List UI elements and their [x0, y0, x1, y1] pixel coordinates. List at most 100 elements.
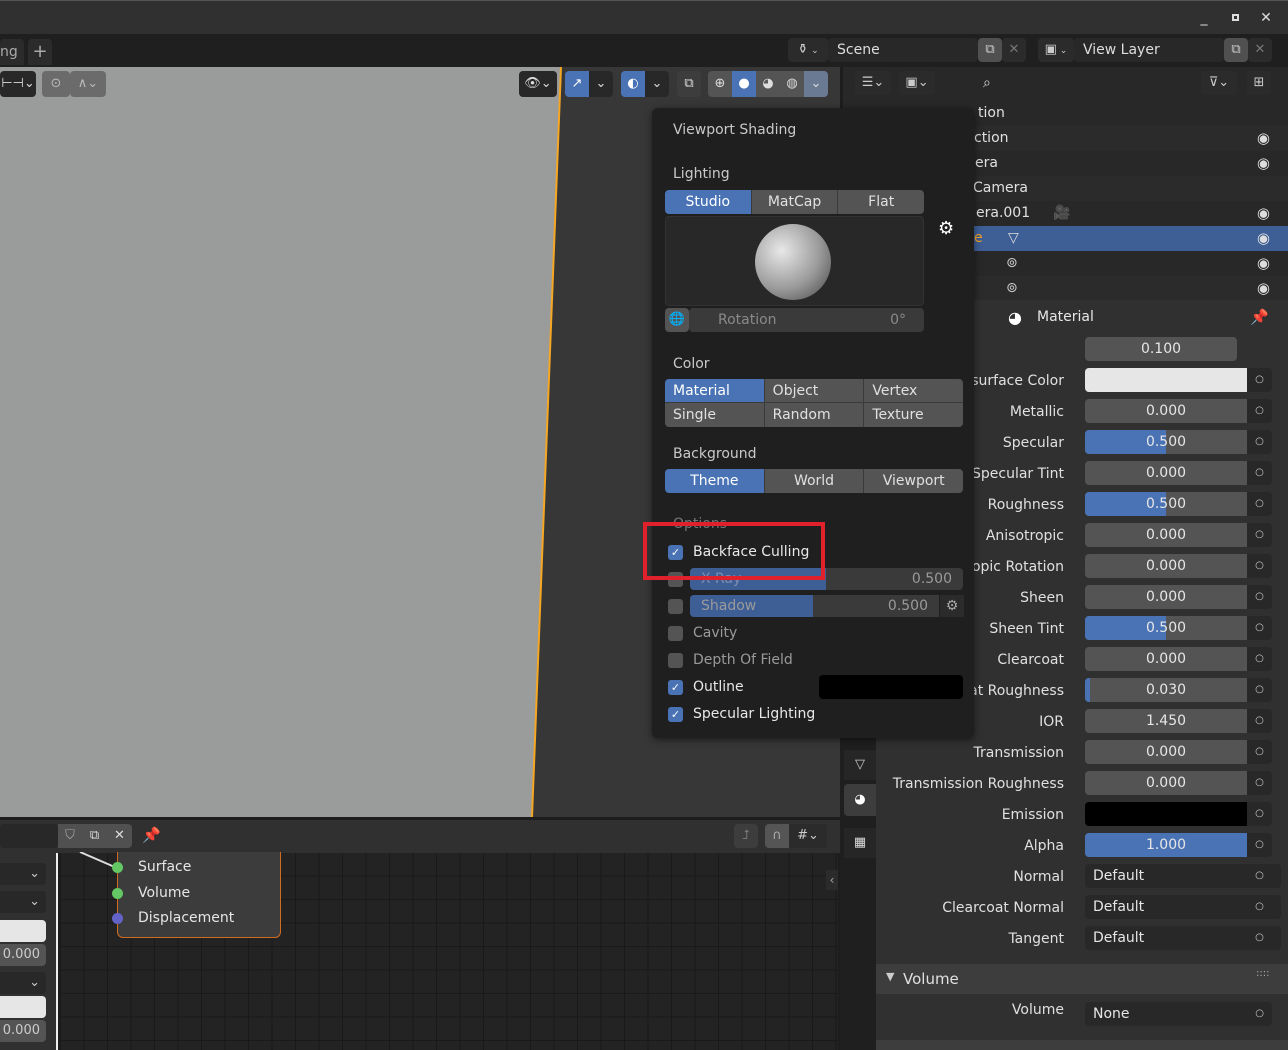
- top-value-field[interactable]: 0.100: [1085, 337, 1237, 361]
- volume-socket[interactable]: [112, 888, 123, 899]
- add-workspace-button[interactable]: +: [28, 39, 52, 65]
- slider-field[interactable]: 0.000: [1085, 554, 1247, 578]
- option-specular-lighting[interactable]: ✓ Specular Lighting: [668, 703, 815, 725]
- socket-icon[interactable]: ○: [1247, 926, 1272, 950]
- material-output-node[interactable]: Surface Volume Displacement: [112, 852, 281, 938]
- tab-object-data[interactable]: ▽: [844, 750, 876, 780]
- color-field[interactable]: [0, 996, 46, 1018]
- snap-target-dropdown[interactable]: #⌄: [789, 824, 827, 848]
- delete-scene-button[interactable]: ✕: [1002, 38, 1026, 62]
- unlink-material-button[interactable]: ✕: [107, 824, 132, 848]
- slider-field[interactable]: 0.000: [1085, 523, 1247, 547]
- outliner-search-input[interactable]: ⌕: [975, 71, 1117, 95]
- preferences-gear-icon[interactable]: ⚙: [938, 218, 954, 239]
- display-mode-dropdown[interactable]: ☰⌄: [855, 71, 891, 95]
- checkbox-unchecked[interactable]: [668, 625, 683, 641]
- gizmo-dropdown[interactable]: ⌄: [589, 71, 613, 97]
- overlays-toggle[interactable]: ◐: [621, 71, 645, 97]
- material-name-field[interactable]: [0, 824, 58, 848]
- snap-dropdown[interactable]: ⊢⊣⌄: [0, 71, 36, 97]
- filter-view-layer-dropdown[interactable]: ▣⌄: [899, 71, 935, 95]
- slider-field[interactable]: 0.030: [1085, 678, 1247, 702]
- solid-shading-button[interactable]: ●: [732, 71, 756, 97]
- xray-toggle[interactable]: ⧉: [677, 71, 701, 97]
- slider-field[interactable]: 0.000: [1085, 740, 1247, 764]
- color-option-vertex[interactable]: Vertex: [864, 379, 963, 402]
- tab-texture[interactable]: ▦: [844, 828, 876, 858]
- eye-icon[interactable]: ◉: [1257, 276, 1270, 301]
- dropdown-field[interactable]: ⌄: [0, 863, 46, 885]
- color-option-single[interactable]: Single: [665, 403, 765, 427]
- tab-material[interactable]: ◕: [844, 784, 876, 816]
- new-scene-button[interactable]: ⧉: [978, 38, 1002, 62]
- checkbox-unchecked[interactable]: [668, 652, 683, 668]
- pin-icon[interactable]: 📌: [142, 826, 161, 844]
- socket-icon[interactable]: ○: [1247, 740, 1272, 764]
- socket-icon[interactable]: ○: [1247, 461, 1272, 485]
- slider-field[interactable]: 0.000: [1085, 585, 1247, 609]
- socket-icon[interactable]: ○: [1247, 368, 1272, 392]
- drag-handle-icon[interactable]: ::::: [1256, 968, 1269, 979]
- socket-icon[interactable]: ○: [1247, 430, 1272, 454]
- falloff-dropdown[interactable]: ∧⌄: [70, 71, 106, 97]
- socket-icon[interactable]: ○: [1247, 833, 1272, 857]
- maximize-button[interactable]: [1223, 7, 1247, 29]
- background-option-theme[interactable]: Theme: [665, 469, 765, 493]
- socket-icon[interactable]: ○: [1247, 647, 1272, 671]
- sidebar-toggle-arrow[interactable]: ‹: [826, 870, 838, 890]
- slider-field[interactable]: 0.000: [1085, 647, 1247, 671]
- socket-icon[interactable]: ○: [1247, 771, 1272, 795]
- socket-icon[interactable]: ○: [1247, 709, 1272, 733]
- eye-icon[interactable]: ◉: [1257, 151, 1270, 176]
- settings-panel-header[interactable]: [876, 1040, 1288, 1050]
- socket-icon[interactable]: ○: [1247, 554, 1272, 578]
- lighting-option-flat[interactable]: Flat: [838, 190, 924, 214]
- slider-field[interactable]: 0.000: [1085, 461, 1247, 485]
- background-option-world[interactable]: World: [764, 469, 865, 493]
- slider-field[interactable]: 0.000: [1085, 399, 1247, 423]
- rotation-field[interactable]: Rotation 0°: [689, 308, 924, 332]
- scene-name-field[interactable]: Scene: [828, 38, 978, 62]
- slider-field[interactable]: 0.000: [1085, 771, 1247, 795]
- lighting-option-matcap[interactable]: MatCap: [751, 190, 839, 214]
- socket-icon[interactable]: ○: [1247, 616, 1272, 640]
- option-shadow[interactable]: Shadow 0.500 ⚙: [668, 595, 968, 617]
- duplicate-material-button[interactable]: ⧉: [82, 824, 107, 848]
- socket-icon[interactable]: ○: [1247, 864, 1272, 888]
- checkbox-unchecked[interactable]: [668, 598, 683, 614]
- shading-popover-button[interactable]: ⌄: [804, 71, 828, 97]
- pin-icon[interactable]: 📌: [1250, 308, 1269, 326]
- snap-toggle[interactable]: ∩: [765, 824, 789, 848]
- socket-icon[interactable]: ○: [1247, 895, 1272, 919]
- slider-field[interactable]: 0.500: [1085, 492, 1247, 516]
- color-option-material[interactable]: Material: [665, 379, 765, 402]
- shadow-settings-gear-icon[interactable]: ⚙: [940, 595, 964, 617]
- socket-icon[interactable]: ○: [1247, 523, 1272, 547]
- view-layer-dropdown[interactable]: ▣ ⌄: [1038, 38, 1074, 62]
- displacement-socket[interactable]: [112, 913, 123, 924]
- surface-socket[interactable]: [112, 862, 123, 873]
- checkbox-checked[interactable]: ✓: [668, 679, 683, 695]
- dropdown-field[interactable]: ⌄: [0, 891, 46, 913]
- parent-node-tree-button[interactable]: ⮥: [734, 824, 758, 848]
- option-outline[interactable]: ✓ Outline: [668, 676, 744, 698]
- slider-field[interactable]: 1.000: [1085, 833, 1247, 857]
- eye-icon[interactable]: ◉: [1257, 226, 1270, 251]
- eye-icon[interactable]: ◉: [1257, 201, 1270, 226]
- socket-icon[interactable]: ○: [1247, 678, 1272, 702]
- gizmo-toggle[interactable]: ↗: [565, 71, 589, 97]
- background-option-viewport[interactable]: Viewport: [864, 469, 963, 493]
- fake-user-button[interactable]: ⛉: [58, 824, 82, 848]
- dropdown-field[interactable]: ⌄: [0, 972, 46, 994]
- minimize-button[interactable]: _: [1192, 7, 1216, 29]
- value-field[interactable]: 0.000: [0, 944, 46, 966]
- studio-light-preview[interactable]: [665, 216, 924, 306]
- socket-icon[interactable]: ○: [1247, 585, 1272, 609]
- socket-icon[interactable]: ○: [1247, 399, 1272, 423]
- world-space-lighting-toggle[interactable]: 🌐: [665, 308, 689, 332]
- overlays-dropdown[interactable]: ⌄: [645, 71, 669, 97]
- socket-icon[interactable]: ○: [1247, 802, 1272, 826]
- material-preview-button[interactable]: ◕: [756, 71, 780, 97]
- volume-socket-field[interactable]: None ○: [1085, 1002, 1272, 1026]
- option-depth-of-field[interactable]: Depth Of Field: [668, 649, 793, 671]
